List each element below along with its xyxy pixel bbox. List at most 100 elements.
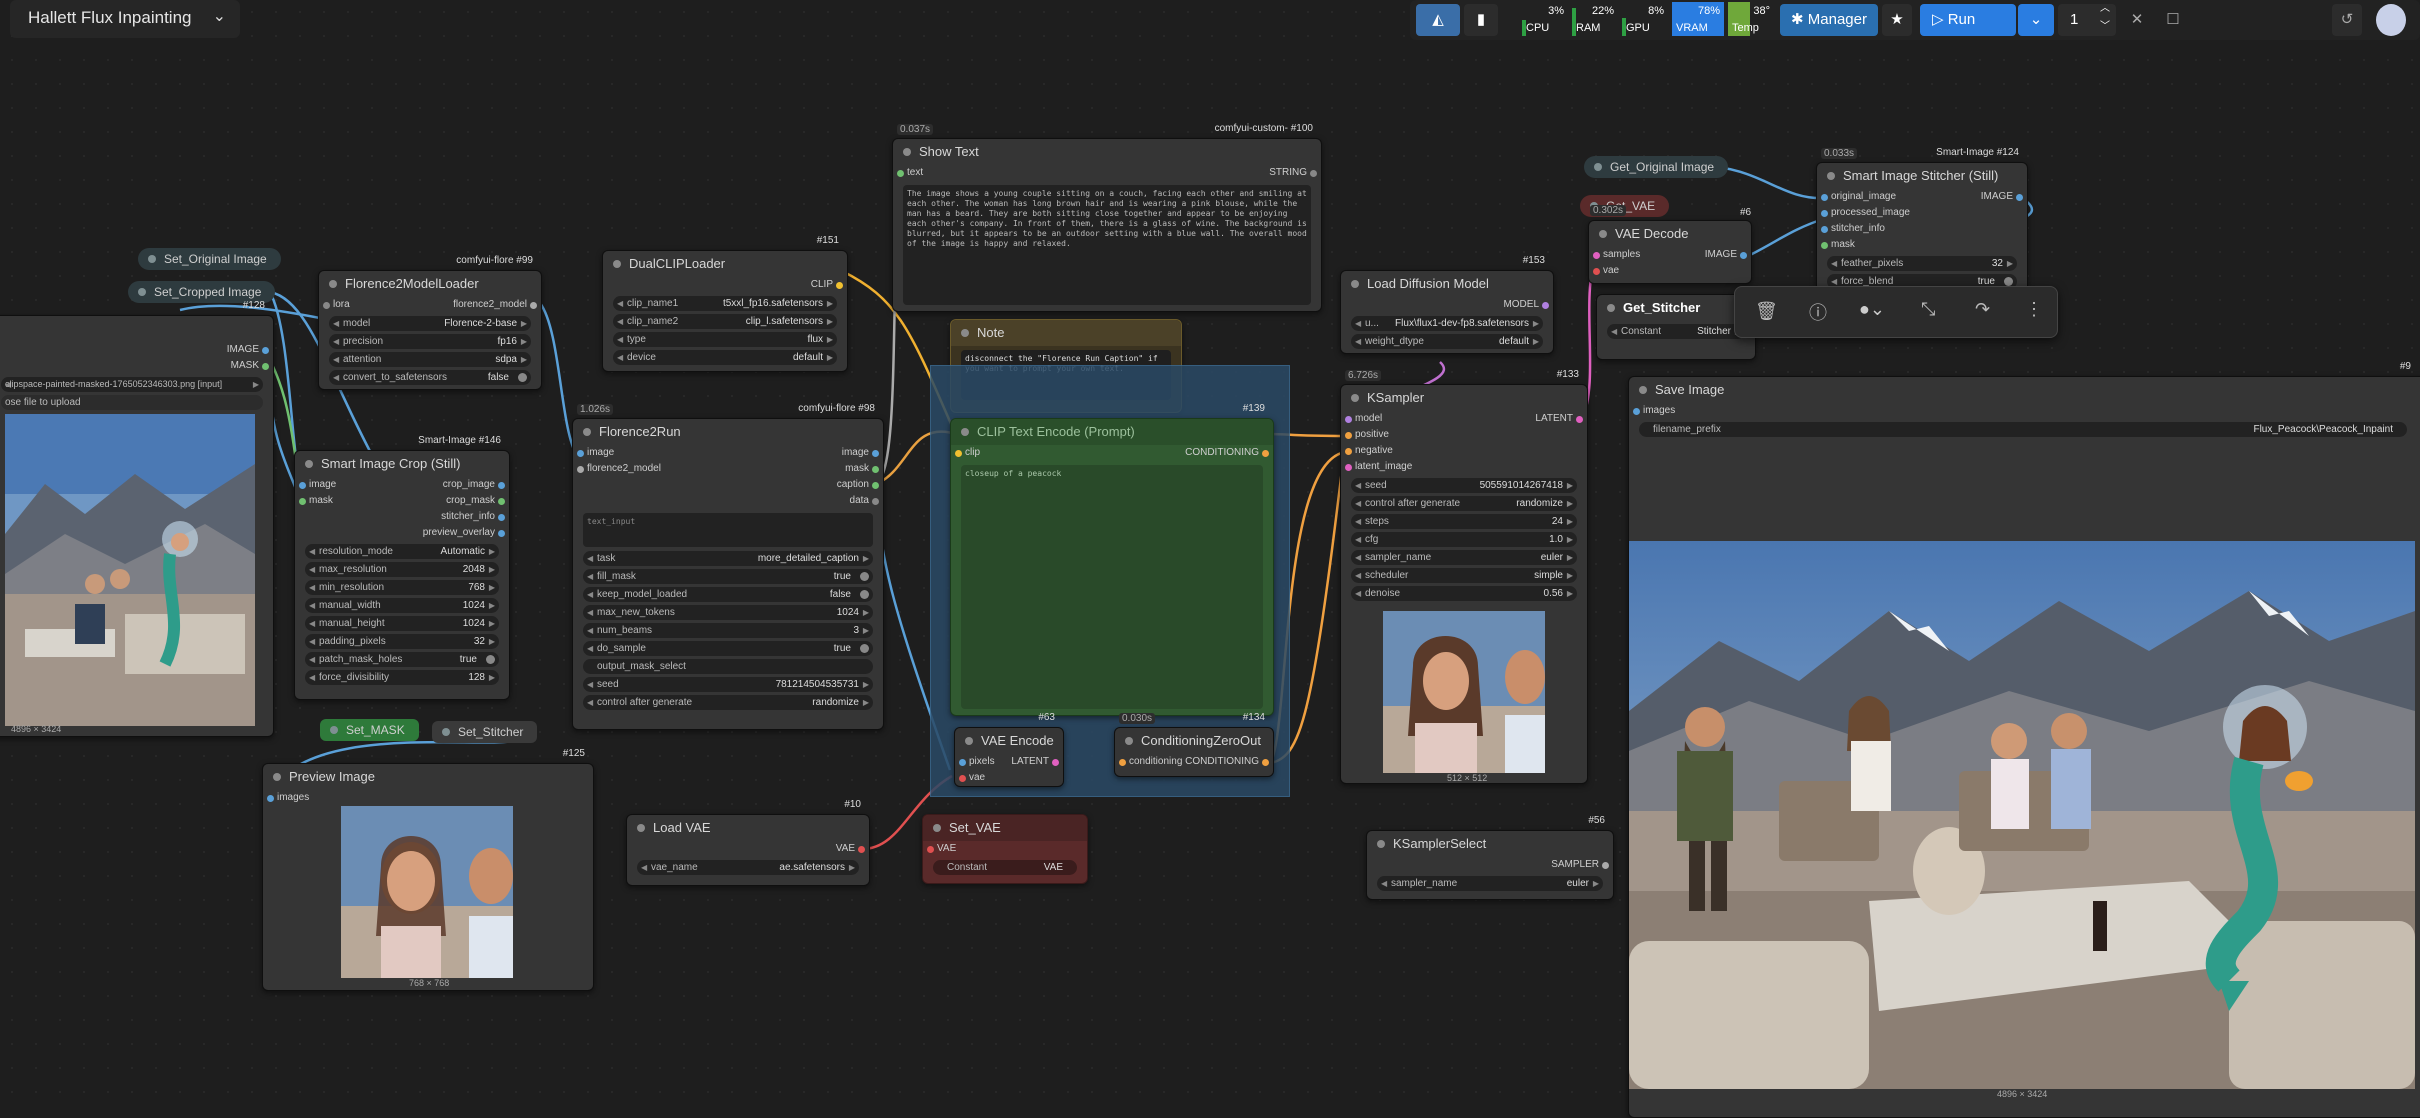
set-vae-node[interactable]: Set_VAE VAE Constant VAE bbox=[922, 814, 1088, 884]
workflow-title-bar[interactable]: Hallett Flux Inpainting ⌄ bbox=[10, 0, 240, 38]
show-text-output[interactable]: The image shows a young couple sitting o… bbox=[903, 185, 1311, 305]
clip-output-slot[interactable] bbox=[836, 282, 843, 289]
image-output-slot[interactable] bbox=[262, 347, 269, 354]
patch-mask-holes-toggle[interactable]: patch_mask_holestrue bbox=[305, 652, 499, 667]
force-divisibility-widget[interactable]: force_divisibility128 bbox=[305, 670, 499, 685]
images-input-slot[interactable] bbox=[267, 795, 274, 802]
stitcher-info-output-slot[interactable] bbox=[498, 514, 505, 521]
collapse-icon[interactable]: ⤡ bbox=[1921, 299, 1935, 320]
chevron-down-icon[interactable]: ⌄ bbox=[213, 6, 226, 26]
image-output-slot[interactable] bbox=[2016, 194, 2023, 201]
image-filename-widget[interactable]: clipspace-painted-masked-1765052346303.p… bbox=[1, 377, 263, 392]
text-input-slot[interactable] bbox=[897, 170, 904, 177]
mask-output-slot[interactable] bbox=[872, 466, 879, 473]
image-input-slot[interactable] bbox=[577, 450, 584, 457]
resolution-mode-widget[interactable]: resolution_modeAutomatic bbox=[305, 544, 499, 559]
device-widget[interactable]: devicedefault bbox=[613, 350, 837, 365]
manager-button[interactable]: ✱ Manager bbox=[1780, 4, 1878, 36]
control-after-generate-widget[interactable]: control after generaterandomize bbox=[583, 695, 873, 710]
set-original-image-node[interactable]: Set_Original Image bbox=[138, 248, 281, 270]
load-image-node[interactable]: #128 IMAGE MASK clipspace-painted-masked… bbox=[0, 300, 274, 737]
user-avatar-button[interactable] bbox=[2376, 4, 2406, 36]
model-output-slot[interactable] bbox=[1542, 302, 1549, 309]
model-widget[interactable]: modelFlorence-2-base bbox=[329, 316, 531, 331]
mask-output-slot[interactable] bbox=[262, 363, 269, 370]
weight-dtype-widget[interactable]: weight_dtypedefault bbox=[1351, 334, 1543, 349]
control-after-generate-widget[interactable]: control after generaterandomize bbox=[1351, 496, 1577, 511]
more-options-icon[interactable]: ⋮ bbox=[2025, 299, 2043, 320]
get-stitcher-node[interactable]: Get_Stitcher ConstantStitcher bbox=[1596, 294, 1756, 360]
mask-input-slot[interactable] bbox=[1821, 242, 1828, 249]
crop-mask-output-slot[interactable] bbox=[498, 498, 505, 505]
florence2-run-node[interactable]: 1.026s comfyui-flore #98 Florence2Run im… bbox=[572, 403, 884, 730]
queue-count-input[interactable]: 1 ︿ ﹀ bbox=[2058, 3, 2116, 36]
set-mask-node[interactable]: Set_MASK bbox=[320, 719, 419, 741]
preview-overlay-output-slot[interactable] bbox=[498, 530, 505, 537]
conditioning-output-slot[interactable] bbox=[1262, 759, 1269, 766]
favorites-button[interactable]: ★ bbox=[1882, 4, 1912, 36]
steps-widget[interactable]: steps24 bbox=[1351, 514, 1577, 529]
comfy-logo-button[interactable]: ◭ bbox=[1416, 4, 1460, 36]
samples-input-slot[interactable] bbox=[1593, 252, 1600, 259]
ksampler-node[interactable]: 6.726s #133 KSampler model LATENT positiv… bbox=[1340, 369, 1588, 784]
clip-input-slot[interactable] bbox=[955, 450, 962, 457]
mask-input-slot[interactable] bbox=[299, 498, 306, 505]
precision-widget[interactable]: precisionfp16 bbox=[329, 334, 531, 349]
cancel-button[interactable]: ✕ bbox=[2122, 4, 2152, 36]
trash-icon[interactable]: 🗑 bbox=[1755, 301, 1778, 322]
fill-mask-toggle[interactable]: fill_masktrue bbox=[583, 569, 873, 584]
text-input-field[interactable]: text_input bbox=[583, 513, 873, 547]
vae-input-slot[interactable] bbox=[927, 846, 934, 853]
image-output-slot[interactable] bbox=[1740, 252, 1747, 259]
color-picker-icon[interactable]: ●⌄ bbox=[1859, 299, 1885, 320]
clip-name2-widget[interactable]: clip_name2clip_l.safetensors bbox=[613, 314, 837, 329]
vae-encode-node[interactable]: #63 VAE Encode pixels LATENT vae bbox=[954, 712, 1064, 787]
bypass-icon[interactable]: ↷ bbox=[1975, 299, 1990, 320]
positive-input-slot[interactable] bbox=[1345, 432, 1352, 439]
run-options-button[interactable]: ⌄ bbox=[2018, 4, 2054, 36]
filename-prefix-widget[interactable]: filename_prefix Flux_Peacock\Peacock_Inpa… bbox=[1639, 422, 2407, 437]
sampler-name-widget[interactable]: sampler_nameeuler bbox=[1377, 876, 1603, 891]
type-widget[interactable]: typeflux bbox=[613, 332, 837, 347]
show-text-node[interactable]: 0.037s comfyui-custom- #100 Show Text te… bbox=[892, 123, 1322, 312]
output-mask-select-widget[interactable]: output_mask_select bbox=[583, 659, 873, 674]
num-beams-widget[interactable]: num_beams3 bbox=[583, 623, 873, 638]
conditioning-output-slot[interactable] bbox=[1262, 450, 1269, 457]
latent-output-slot[interactable] bbox=[1052, 759, 1059, 766]
florence2-model-output-slot[interactable] bbox=[530, 302, 537, 309]
manual-width-widget[interactable]: manual_width1024 bbox=[305, 598, 499, 613]
do-sample-toggle[interactable]: do_sampletrue bbox=[583, 641, 873, 656]
manual-height-widget[interactable]: manual_height1024 bbox=[305, 616, 499, 631]
max-resolution-widget[interactable]: max_resolution2048 bbox=[305, 562, 499, 577]
stepper-icon[interactable]: ︿ ﹀ bbox=[2100, 0, 2110, 36]
history-button[interactable]: ↺ bbox=[2332, 4, 2362, 36]
negative-input-slot[interactable] bbox=[1345, 448, 1352, 455]
sampler-output-slot[interactable] bbox=[1602, 862, 1609, 869]
scheduler-widget[interactable]: schedulersimple bbox=[1351, 568, 1577, 583]
prompt-text[interactable]: closeup of a peacock bbox=[961, 465, 1263, 709]
clip-text-encode-node[interactable]: #139 CLIP Text Encode (Prompt) clip CONDI… bbox=[950, 403, 1274, 716]
convert-to-safetensors-toggle[interactable]: convert_to_safetensorsfalse bbox=[329, 370, 531, 385]
max-new-tokens-widget[interactable]: max_new_tokens1024 bbox=[583, 605, 873, 620]
get-original-image-node[interactable]: Get_Original Image bbox=[1584, 156, 1729, 178]
smart-image-crop-node[interactable]: Smart-Image #146 Smart Image Crop (Still… bbox=[294, 435, 510, 700]
load-vae-node[interactable]: #10 Load VAE VAE vae_nameae.safetensors bbox=[626, 799, 870, 886]
image-input-slot[interactable] bbox=[299, 482, 306, 489]
denoise-widget[interactable]: denoise0.56 bbox=[1351, 586, 1577, 601]
conditioning-input-slot[interactable] bbox=[1119, 759, 1126, 766]
data-output-slot[interactable] bbox=[872, 498, 879, 505]
keep-model-loaded-toggle[interactable]: keep_model_loadedfalse bbox=[583, 587, 873, 602]
florence2-model-input-slot[interactable] bbox=[577, 466, 584, 473]
set-stitcher-node[interactable]: Set_Stitcher bbox=[432, 721, 538, 743]
constant-widget[interactable]: ConstantStitcher bbox=[1607, 324, 1745, 339]
vae-name-widget[interactable]: vae_nameae.safetensors bbox=[637, 860, 859, 875]
upload-button[interactable]: ose file to upload bbox=[1, 395, 263, 410]
caption-output-slot[interactable] bbox=[872, 482, 879, 489]
load-diffusion-model-node[interactable]: #153 Load Diffusion Model MODEL u...Flux… bbox=[1340, 255, 1554, 354]
stitcher-info-input-slot[interactable] bbox=[1821, 226, 1828, 233]
clear-queue-button[interactable]: ☐ bbox=[2158, 4, 2188, 36]
vae-input-slot[interactable] bbox=[959, 775, 966, 782]
conditioning-zero-out-node[interactable]: 0.030s #134 ConditioningZeroOut conditio… bbox=[1114, 712, 1274, 777]
images-input-slot[interactable] bbox=[1633, 408, 1640, 415]
processed-image-input-slot[interactable] bbox=[1821, 210, 1828, 217]
